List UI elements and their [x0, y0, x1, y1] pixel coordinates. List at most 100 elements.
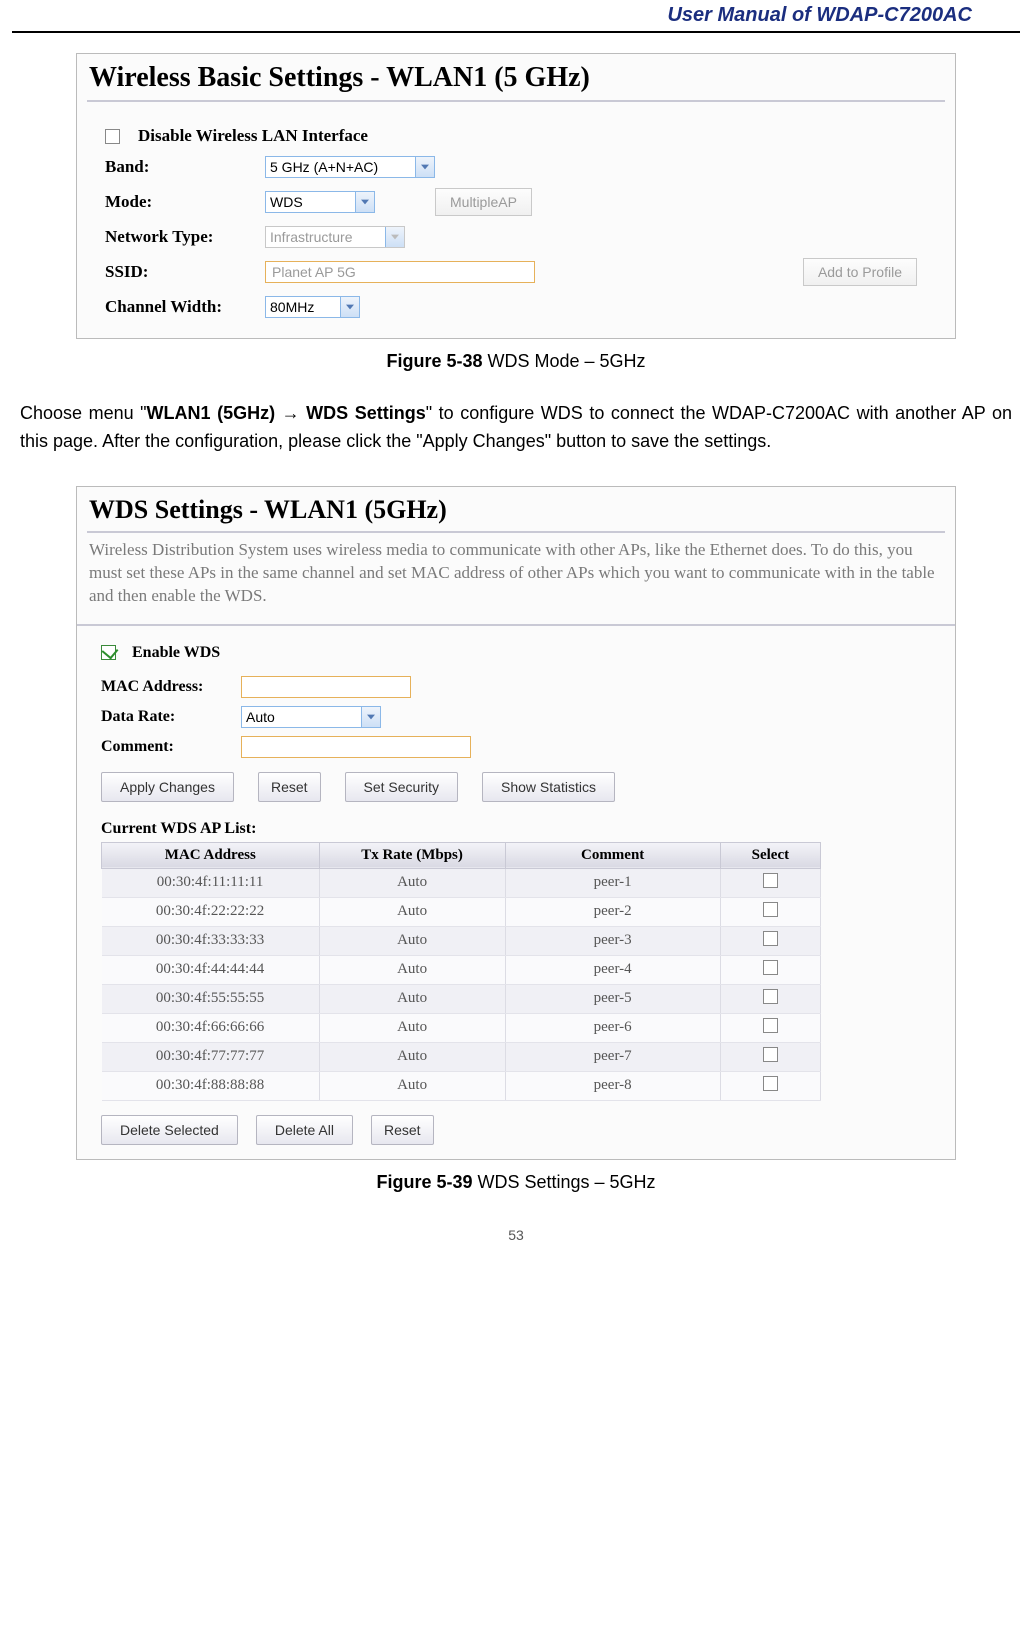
mode-select[interactable]: WDS [265, 191, 375, 213]
comment-input[interactable] [241, 736, 471, 758]
multiple-ap-button: MultipleAP [435, 188, 532, 216]
mac-address-input[interactable] [241, 676, 411, 698]
chevron-down-icon [355, 192, 374, 212]
table-row: 00:30:4f:88:88:88Autopeer-8 [102, 1071, 821, 1100]
cell-rate: Auto [319, 955, 505, 984]
cell-rate: Auto [319, 926, 505, 955]
table-row: 00:30:4f:11:11:11Autopeer-1 [102, 868, 821, 897]
cell-mac: 00:30:4f:88:88:88 [102, 1071, 320, 1100]
cell-rate: Auto [319, 984, 505, 1013]
col-select: Select [720, 842, 820, 868]
comment-label: Comment: [101, 738, 241, 756]
divider [77, 624, 955, 626]
row-select-checkbox[interactable] [763, 960, 778, 975]
ssid-input: Planet AP 5G [265, 261, 535, 283]
col-rate: Tx Rate (Mbps) [319, 842, 505, 868]
delete-selected-button[interactable]: Delete Selected [101, 1115, 238, 1145]
show-statistics-button[interactable]: Show Statistics [482, 772, 615, 802]
figure-1-title: Wireless Basic Settings - WLAN1 (5 GHz) [87, 60, 945, 102]
figure-2-description: Wireless Distribution System uses wirele… [89, 539, 943, 608]
mac-address-label: MAC Address: [101, 678, 241, 696]
set-security-button[interactable]: Set Security [345, 772, 458, 802]
table-row: 00:30:4f:44:44:44Autopeer-4 [102, 955, 821, 984]
cell-comment: peer-2 [505, 897, 720, 926]
cell-comment: peer-1 [505, 868, 720, 897]
doc-header: User Manual of WDAP-C7200AC [0, 0, 1032, 27]
cell-comment: peer-3 [505, 926, 720, 955]
network-type-value: Infrastructure [270, 229, 352, 245]
add-to-profile-button: Add to Profile [803, 258, 917, 286]
enable-wds-label: Enable WDS [132, 644, 220, 661]
network-type-label: Network Type: [105, 227, 255, 247]
chevron-down-icon [385, 227, 404, 247]
header-rule [12, 31, 1020, 33]
data-rate-value: Auto [246, 709, 275, 725]
cell-rate: Auto [319, 1071, 505, 1100]
figure-2-caption: Figure 5-39 WDS Settings – 5GHz [20, 1172, 1012, 1193]
page-number: 53 [20, 1227, 1012, 1243]
wds-ap-table: MAC Address Tx Rate (Mbps) Comment Selec… [101, 842, 821, 1101]
band-label: Band: [105, 157, 255, 177]
disable-wlan-label: Disable Wireless LAN Interface [138, 126, 368, 146]
delete-all-button[interactable]: Delete All [256, 1115, 353, 1145]
apply-changes-button[interactable]: Apply Changes [101, 772, 234, 802]
data-rate-select[interactable]: Auto [241, 706, 381, 728]
network-type-select: Infrastructure [265, 226, 405, 248]
chevron-down-icon [340, 297, 359, 317]
cell-select [720, 868, 820, 897]
channel-width-select[interactable]: 80MHz [265, 296, 360, 318]
cell-select [720, 1071, 820, 1100]
cell-comment: peer-6 [505, 1013, 720, 1042]
cell-select [720, 955, 820, 984]
cell-rate: Auto [319, 897, 505, 926]
table-row: 00:30:4f:33:33:33Autopeer-3 [102, 926, 821, 955]
figure-2-title: WDS Settings - WLAN1 (5GHz) [87, 493, 945, 533]
ssid-label: SSID: [105, 262, 255, 282]
col-comment: Comment [505, 842, 720, 868]
table-row: 00:30:4f:77:77:77Autopeer-7 [102, 1042, 821, 1071]
cell-mac: 00:30:4f:22:22:22 [102, 897, 320, 926]
mode-label: Mode: [105, 192, 255, 212]
cell-mac: 00:30:4f:77:77:77 [102, 1042, 320, 1071]
enable-wds-checkbox[interactable] [101, 645, 116, 660]
row-select-checkbox[interactable] [763, 1076, 778, 1091]
chevron-down-icon [361, 707, 380, 727]
cell-rate: Auto [319, 1042, 505, 1071]
data-rate-label: Data Rate: [101, 708, 241, 726]
table-row: 00:30:4f:22:22:22Autopeer-2 [102, 897, 821, 926]
cell-mac: 00:30:4f:44:44:44 [102, 955, 320, 984]
cell-comment: peer-7 [505, 1042, 720, 1071]
row-select-checkbox[interactable] [763, 1047, 778, 1062]
table-row: 00:30:4f:55:55:55Autopeer-5 [102, 984, 821, 1013]
band-select[interactable]: 5 GHz (A+N+AC) [265, 156, 435, 178]
figure-2-frame: WDS Settings - WLAN1 (5GHz) Wireless Dis… [76, 486, 956, 1160]
cell-mac: 00:30:4f:66:66:66 [102, 1013, 320, 1042]
chevron-down-icon [415, 157, 434, 177]
table-row: 00:30:4f:66:66:66Autopeer-6 [102, 1013, 821, 1042]
cell-select [720, 984, 820, 1013]
cell-mac: 00:30:4f:11:11:11 [102, 868, 320, 897]
disable-wlan-checkbox[interactable] [105, 129, 120, 144]
figure-1-caption: Figure 5-38 WDS Mode – 5GHz [20, 351, 1012, 372]
row-select-checkbox[interactable] [763, 989, 778, 1004]
row-select-checkbox[interactable] [763, 931, 778, 946]
row-select-checkbox[interactable] [763, 873, 778, 888]
reset-button[interactable]: Reset [258, 772, 321, 802]
cell-mac: 00:30:4f:33:33:33 [102, 926, 320, 955]
cell-rate: Auto [319, 1013, 505, 1042]
cell-select [720, 1013, 820, 1042]
cell-select [720, 1042, 820, 1071]
figure-1-frame: Wireless Basic Settings - WLAN1 (5 GHz) … [76, 53, 956, 339]
cell-select [720, 926, 820, 955]
wds-list-heading: Current WDS AP List: [101, 820, 931, 838]
band-value: 5 GHz (A+N+AC) [270, 159, 378, 175]
cell-mac: 00:30:4f:55:55:55 [102, 984, 320, 1013]
reset-list-button[interactable]: Reset [371, 1115, 434, 1145]
row-select-checkbox[interactable] [763, 1018, 778, 1033]
mode-value: WDS [270, 194, 303, 210]
cell-rate: Auto [319, 868, 505, 897]
instruction-paragraph: Choose menu "WLAN1 (5GHz) → WDS Settings… [20, 400, 1012, 456]
channel-width-value: 80MHz [270, 299, 314, 315]
cell-comment: peer-4 [505, 955, 720, 984]
row-select-checkbox[interactable] [763, 902, 778, 917]
